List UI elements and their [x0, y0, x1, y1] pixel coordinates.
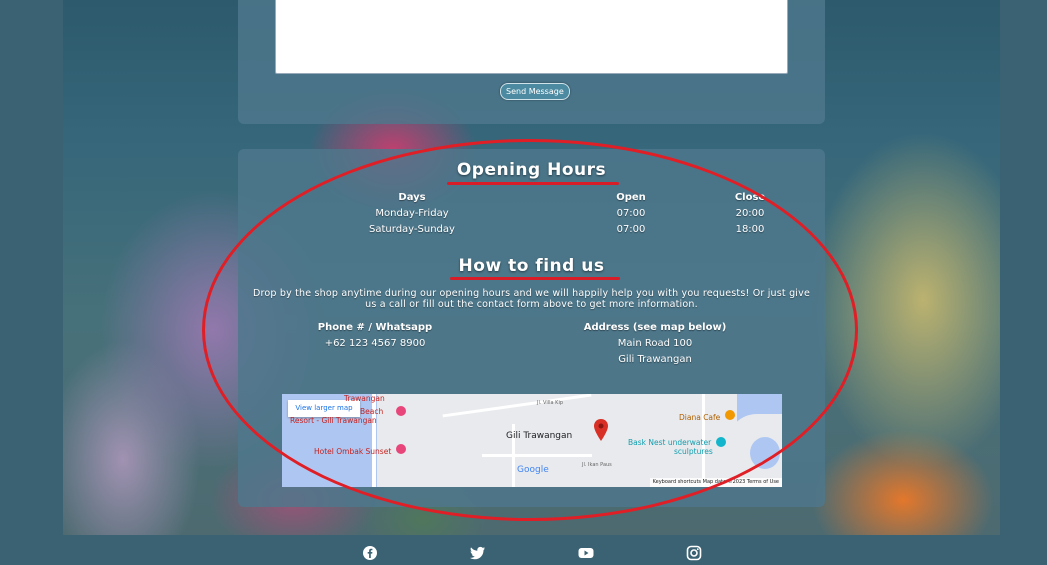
table-cell-open: 07:00 [616, 208, 646, 219]
table-cell-close: 18:00 [735, 224, 765, 235]
hotel-icon [396, 406, 406, 416]
table-cell-days: Monday-Friday [375, 208, 449, 219]
map-lake [750, 437, 780, 469]
instagram-icon[interactable] [686, 545, 702, 561]
footer [0, 535, 1047, 565]
map-road [442, 394, 592, 418]
twitter-icon[interactable] [470, 545, 486, 561]
map-poi-label: Diana Cafe [679, 413, 721, 422]
table-header-days: Days [398, 192, 426, 203]
map-attribution: Keyboard shortcuts Map data ©2023 Terms … [649, 478, 782, 487]
directions-text: Drop by the shop anytime during our open… [252, 288, 811, 310]
map-poi-label: Beach [360, 407, 384, 416]
youtube-icon[interactable] [578, 545, 594, 561]
map-place-label: Gili Trawangan [506, 431, 573, 441]
address-label: Address (see map below) [583, 322, 727, 333]
address-line: Main Road 100 [617, 338, 693, 349]
phone-number[interactable]: +62 123 4567 8900 [310, 338, 440, 349]
contact-form-panel: Send Message [238, 0, 825, 124]
cafe-icon [725, 410, 735, 420]
map-road [482, 454, 592, 457]
hotel-icon [396, 444, 406, 454]
map-poi-label: Trawangan [344, 394, 385, 403]
map-street-label: Jl. Villa Kip [537, 400, 564, 406]
map-poi-label: Resort - Gili Trawangan [290, 416, 377, 425]
table-header-open: Open [616, 192, 646, 203]
phone-label: Phone # / Whatsapp [317, 322, 433, 333]
message-textarea[interactable] [275, 0, 788, 74]
map-pin-icon[interactable] [594, 419, 608, 441]
table-header-close: Close [734, 192, 766, 203]
table-cell-open: 07:00 [616, 224, 646, 235]
map-poi-label: Hotel Ombak Sunset [314, 447, 392, 456]
opening-hours-title: Opening Hours [456, 160, 607, 180]
title-underline [450, 277, 620, 280]
attraction-icon [716, 437, 726, 447]
send-message-button[interactable]: Send Message [500, 83, 570, 100]
table-cell-close: 20:00 [735, 208, 765, 219]
map-poi-label: sculptures [674, 447, 713, 456]
map-street-label: Jl. Ikan Paus [582, 462, 612, 468]
address-line: Gili Trawangan [618, 354, 692, 365]
table-cell-days: Saturday-Sunday [369, 224, 455, 235]
facebook-icon[interactable] [362, 545, 378, 561]
embedded-map[interactable]: View larger map Trawangan Beach Resort -… [282, 394, 782, 487]
title-underline [447, 182, 619, 185]
map-poi-label: Bask Nest underwater [628, 438, 712, 447]
google-logo: Google [517, 465, 549, 475]
how-to-find-us-title: How to find us [458, 256, 605, 276]
